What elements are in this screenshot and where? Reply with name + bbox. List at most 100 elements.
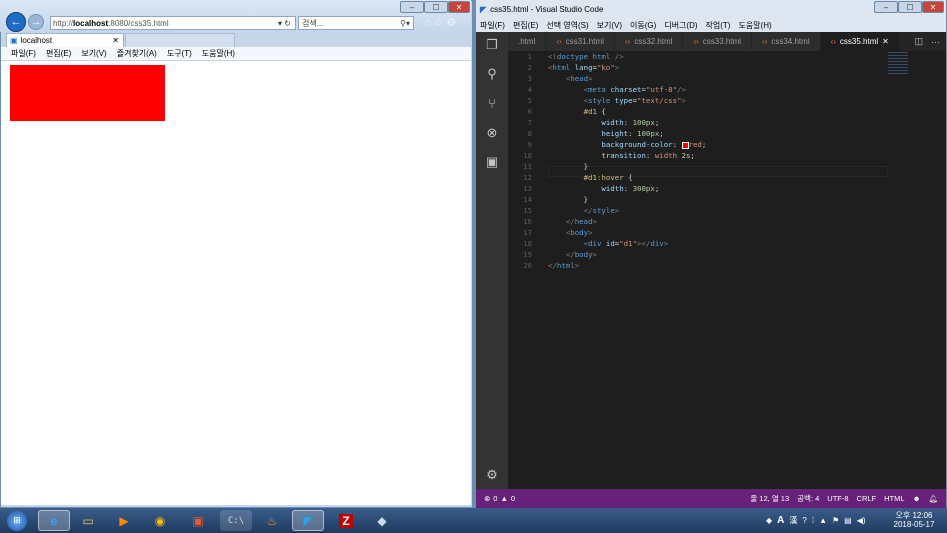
line-number: 20 [523, 261, 532, 270]
problems-indicator[interactable]: ⊗ 0 ▲ 0 [484, 494, 515, 503]
code-editor[interactable] [508, 51, 946, 489]
show-hidden-icons[interactable]: ▲ [819, 516, 827, 525]
home-star-gear-icons[interactable]: ⌂☆⚙ [424, 16, 459, 29]
debug-icon[interactable]: ⊗ [479, 124, 505, 142]
explorer-icon[interactable]: ❐ [479, 36, 505, 54]
tab-html[interactable]: .html [508, 32, 547, 51]
line-number: 9 [527, 140, 532, 149]
code-line: <div id="d1"></div> [583, 239, 669, 248]
taskbar-explorer-icon[interactable]: ▭ [72, 510, 104, 531]
color-swatch-icon[interactable] [681, 141, 689, 149]
taskbar-chrome-icon[interactable]: ◉ [144, 510, 176, 531]
taskbar-app2-icon[interactable]: ◆ [366, 510, 398, 531]
vs-menu-go[interactable]: 이동(G) [630, 20, 656, 31]
tab-label: css34.html [771, 37, 810, 46]
feedback-smiley-icon[interactable]: ☻ [913, 494, 921, 503]
code-line: #d1:hover { [583, 173, 633, 182]
code-line: background-color: red; [601, 140, 707, 149]
tray-input-language[interactable]: A [777, 515, 784, 526]
taskbar-vscode-icon[interactable]: ◤ [292, 510, 324, 531]
close-tab-icon[interactable]: ✕ [112, 36, 119, 45]
line-number: 6 [527, 107, 532, 116]
taskbar-app-icon[interactable]: ▣ [182, 510, 214, 531]
minimize-button[interactable]: ‒ [400, 1, 424, 13]
vs-menu-help[interactable]: 도움말(H) [738, 20, 771, 31]
clock[interactable]: 오후 12:06 2018-05-17 [886, 511, 942, 529]
tab-css32[interactable]: ‹› css32.html [614, 32, 684, 51]
encoding[interactable]: UTF-8 [827, 494, 848, 503]
clock-time: 오후 12:06 [895, 511, 933, 520]
red-box-div[interactable] [10, 65, 165, 121]
refresh-icon[interactable]: ▾ ↻ [278, 19, 291, 28]
tab-css33[interactable]: ‹› css33.html [683, 32, 753, 51]
vs-menu-file[interactable]: 파일(F) [480, 20, 505, 31]
menu-file[interactable]: 파일(F) [11, 48, 36, 59]
vs-menu-tasks[interactable]: 작업(T) [706, 20, 731, 31]
notifications-bell-icon[interactable]: 🔔︎ [928, 494, 938, 503]
cursor-position[interactable]: 줄 12, 열 13 [750, 493, 789, 504]
new-tab-button[interactable] [125, 33, 235, 47]
taskbar-ie-icon[interactable]: e [38, 510, 70, 531]
tray-settings-icon[interactable]: ⁞ [812, 516, 814, 525]
tab-css34[interactable]: ‹› css34.html [752, 32, 821, 51]
windows-logo-icon: ⊞ [7, 510, 27, 531]
menu-edit[interactable]: 편집(E) [46, 48, 71, 59]
forward-button[interactable]: → [28, 14, 44, 30]
language-mode[interactable]: HTML [884, 494, 904, 503]
line-number: 14 [523, 195, 532, 204]
vs-menu-edit[interactable]: 편집(E) [513, 20, 538, 31]
warning-icon: ▲ [500, 494, 508, 503]
line-number: 8 [527, 129, 532, 138]
menu-help[interactable]: 도움말(H) [202, 48, 235, 59]
taskbar-java-icon[interactable]: ♨ [256, 510, 288, 531]
settings-gear-icon[interactable]: ⚙ [479, 466, 505, 484]
line-number: 7 [527, 118, 532, 127]
close-button[interactable]: ✕ [448, 1, 470, 13]
vscode-maximize-button[interactable]: ☐ [898, 1, 922, 13]
search-input[interactable]: 검색... ⚲▾ [298, 16, 414, 30]
code-line: width: 300px; [601, 184, 660, 193]
source-control-icon[interactable]: ⑂ [479, 94, 505, 112]
tab-label: css31.html [565, 37, 604, 46]
browser-tab[interactable]: ▣ localhost ✕ [6, 33, 124, 47]
network-icon[interactable]: ▤ [844, 516, 852, 525]
help-icon[interactable]: ? [802, 516, 806, 525]
indentation[interactable]: 공백: 4 [797, 493, 819, 504]
code-line: } [548, 195, 589, 204]
back-button[interactable]: ← [6, 12, 26, 32]
taskbar-cmd-icon[interactable]: C:\ [220, 510, 252, 531]
tab-title: localhost [20, 36, 53, 45]
extensions-icon[interactable]: ▣ [479, 153, 505, 171]
start-button[interactable]: ⊞ [4, 508, 30, 533]
address-bar[interactable]: http://localhost:8080/css35.html ▾ ↻ [50, 16, 296, 30]
menu-view[interactable]: 보기(V) [81, 48, 106, 59]
maximize-button[interactable]: ☐ [424, 1, 448, 13]
search-icon[interactable]: ⚲▾ [400, 19, 410, 28]
flag-icon[interactable]: ⚑ [832, 516, 839, 525]
vscode-close-button[interactable]: ✕ [922, 1, 944, 13]
taskbar-media-player-icon[interactable]: ▶ [108, 510, 140, 531]
tray-diamond-icon[interactable]: ◆ [766, 516, 772, 525]
tab-css35[interactable]: ‹› css35.html ✕ [820, 32, 900, 51]
tab-css31[interactable]: ‹› css31.html [546, 32, 615, 51]
line-ending[interactable]: CRLF [857, 494, 877, 503]
search-icon[interactable]: ⚲ [479, 65, 505, 83]
volume-icon[interactable]: ◀) [857, 516, 866, 525]
menu-tools[interactable]: 도구(T) [167, 48, 192, 59]
split-editor-icon[interactable]: ◫ [914, 36, 923, 47]
vscode-minimize-button[interactable]: ‒ [874, 1, 898, 13]
menu-favorites[interactable]: 즐겨찾기(A) [117, 48, 157, 59]
taskbar-filezilla-icon[interactable]: Z [330, 510, 362, 531]
more-actions-icon[interactable]: ··· [931, 37, 940, 47]
vs-menu-selection[interactable]: 선택 영역(S) [546, 20, 588, 31]
tray-ime-mode[interactable]: 漢 [789, 515, 797, 526]
tab-label: css35.html [839, 37, 879, 46]
status-bar: ⊗ 0 ▲ 0 줄 12, 열 13 공백: 4 UTF-8 CRLF HTML ☻… [476, 489, 946, 508]
vs-menu-view[interactable]: 보기(V) [597, 20, 622, 31]
code-line: <body> [565, 228, 593, 237]
minimap[interactable] [888, 52, 908, 74]
close-tab-icon[interactable]: ✕ [882, 37, 889, 46]
error-count: 0 [493, 494, 498, 503]
vs-menu-debug[interactable]: 디버그(D) [664, 20, 697, 31]
line-number: 4 [527, 85, 532, 94]
